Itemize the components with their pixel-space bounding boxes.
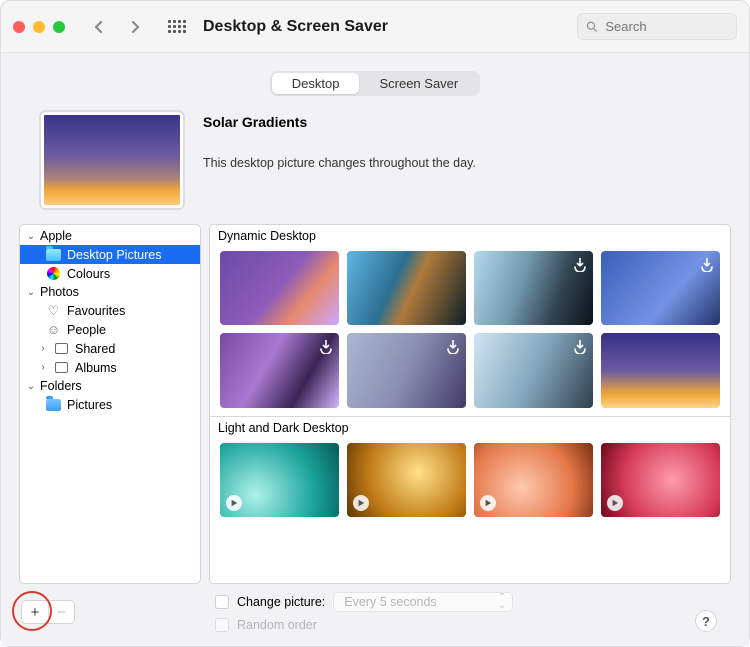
- close-window-button[interactable]: [13, 21, 25, 33]
- add-folder-button[interactable]: +: [22, 601, 48, 623]
- zoom-window-button[interactable]: [53, 21, 65, 33]
- wallpaper-thumb[interactable]: [601, 333, 720, 407]
- wallpaper-thumb[interactable]: [347, 251, 466, 325]
- change-picture-label: Change picture:: [237, 595, 325, 609]
- sidebar-item-favourites[interactable]: ♡ Favourites: [20, 301, 200, 320]
- sidebar-item-label: People: [67, 323, 106, 337]
- sidebar-group-label: Apple: [40, 229, 72, 243]
- play-icon: [607, 495, 623, 511]
- back-button[interactable]: [85, 13, 113, 41]
- play-icon: [480, 495, 496, 511]
- sidebar-item-label: Shared: [75, 342, 115, 356]
- prefs-window: Desktop & Screen Saver Desktop Screen Sa…: [0, 0, 750, 647]
- sidebar-item-colours[interactable]: Colours: [20, 264, 200, 283]
- remove-folder-button[interactable]: −: [48, 601, 74, 623]
- add-remove-control: + −: [21, 600, 75, 624]
- sidebar-item-pictures-folder[interactable]: Pictures: [20, 395, 200, 414]
- forward-button[interactable]: [121, 13, 149, 41]
- show-all-prefs-button[interactable]: [163, 13, 191, 41]
- sidebar-item-albums[interactable]: › Albums: [20, 358, 200, 377]
- wallpaper-thumb[interactable]: [220, 333, 339, 407]
- sidebar-item-people[interactable]: ☺ People: [20, 320, 200, 339]
- download-icon[interactable]: [444, 337, 462, 355]
- current-desktop-name: Solar Gradients: [203, 114, 476, 130]
- random-order-checkbox: [215, 618, 229, 632]
- chevron-right-icon: ›: [38, 362, 48, 373]
- popup-stepper-icon: ⌃⌄: [498, 594, 506, 610]
- chevron-down-icon: ⌄: [26, 287, 36, 298]
- change-interval-popup[interactable]: Every 5 seconds ⌃⌄: [333, 592, 513, 612]
- grid-icon: [168, 18, 186, 36]
- minimize-window-button[interactable]: [33, 21, 45, 33]
- gallery-section-title: Light and Dark Desktop: [210, 417, 730, 439]
- sidebar-group-label: Folders: [40, 379, 82, 393]
- footer: + − Change picture: Every 5 seconds ⌃⌄ R…: [19, 584, 731, 634]
- gallery-section-title: Dynamic Desktop: [210, 225, 730, 247]
- window-controls: [13, 21, 65, 33]
- sidebar-group-label: Photos: [40, 285, 79, 299]
- light-dark-desktop-grid: [210, 439, 730, 525]
- current-desktop-description: This desktop picture changes throughout …: [203, 156, 476, 170]
- help-icon: ?: [702, 614, 710, 629]
- wallpaper-thumb[interactable]: [347, 443, 466, 517]
- folder-icon: [46, 399, 61, 411]
- sidebar-group-photos[interactable]: ⌄ Photos: [20, 283, 200, 301]
- play-icon: [353, 495, 369, 511]
- current-desktop-preview: [39, 110, 185, 210]
- download-icon[interactable]: [571, 337, 589, 355]
- content-area: Desktop Screen Saver Solar Gradients Thi…: [1, 53, 749, 646]
- folder-icon: [46, 249, 61, 261]
- wallpaper-thumb[interactable]: [474, 333, 593, 407]
- search-field[interactable]: [577, 13, 737, 40]
- wallpaper-thumb[interactable]: [347, 333, 466, 407]
- help-button[interactable]: ?: [695, 610, 717, 632]
- change-picture-checkbox[interactable]: [215, 595, 229, 609]
- random-order-label: Random order: [237, 618, 317, 632]
- stack-icon: [55, 343, 68, 354]
- chevron-down-icon: ⌄: [26, 381, 36, 392]
- download-icon[interactable]: [317, 337, 335, 355]
- download-icon[interactable]: [571, 255, 589, 273]
- tab-screen-saver[interactable]: Screen Saver: [359, 73, 478, 94]
- person-icon: ☺: [46, 322, 61, 337]
- sidebar-item-shared[interactable]: › Shared: [20, 339, 200, 358]
- tab-desktop[interactable]: Desktop: [272, 73, 360, 94]
- sidebar-item-desktop-pictures[interactable]: Desktop Pictures: [20, 245, 200, 264]
- colour-wheel-icon: [47, 267, 60, 280]
- popup-value: Every 5 seconds: [344, 595, 436, 609]
- chevron-down-icon: ⌄: [26, 231, 36, 242]
- window-title: Desktop & Screen Saver: [203, 18, 388, 36]
- sidebar-item-label: Favourites: [67, 304, 125, 318]
- sidebar-item-label: Albums: [75, 361, 117, 375]
- wallpaper-thumb[interactable]: [601, 251, 720, 325]
- wallpaper-thumb[interactable]: [220, 251, 339, 325]
- current-desktop-info: Solar Gradients This desktop picture cha…: [19, 110, 731, 224]
- heart-icon: ♡: [46, 303, 61, 318]
- sidebar-item-label: Pictures: [67, 398, 112, 412]
- wallpaper-thumb[interactable]: [601, 443, 720, 517]
- split-view: ⌄ Apple Desktop Pictures Colours ⌄ Photo…: [19, 224, 731, 584]
- chevron-right-icon: ›: [38, 343, 48, 354]
- wallpaper-gallery[interactable]: Dynamic Desktop: [209, 224, 731, 584]
- sidebar-group-apple[interactable]: ⌄ Apple: [20, 227, 200, 245]
- wallpaper-thumb[interactable]: [474, 443, 593, 517]
- search-input[interactable]: [603, 18, 728, 35]
- sidebar-item-label: Colours: [67, 267, 110, 281]
- stack-icon: [55, 362, 68, 373]
- tab-control: Desktop Screen Saver: [270, 71, 480, 96]
- dynamic-desktop-grid: [210, 247, 730, 416]
- wallpaper-thumb[interactable]: [220, 443, 339, 517]
- sidebar-item-label: Desktop Pictures: [67, 248, 161, 262]
- titlebar: Desktop & Screen Saver: [1, 1, 749, 53]
- wallpaper-thumb[interactable]: [474, 251, 593, 325]
- sidebar-group-folders[interactable]: ⌄ Folders: [20, 377, 200, 395]
- search-icon: [586, 20, 597, 33]
- play-icon: [226, 495, 242, 511]
- source-list[interactable]: ⌄ Apple Desktop Pictures Colours ⌄ Photo…: [19, 224, 201, 584]
- download-icon[interactable]: [698, 255, 716, 273]
